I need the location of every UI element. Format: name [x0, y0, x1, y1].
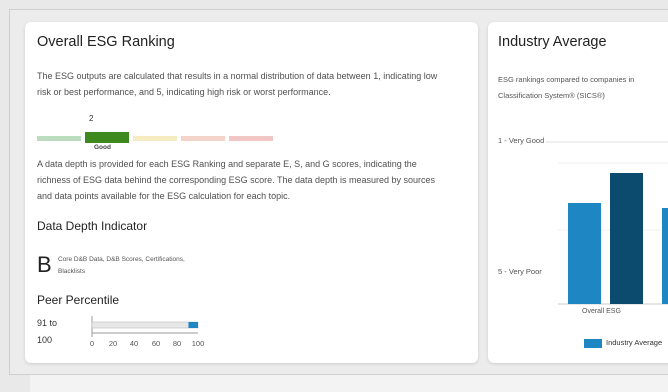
peer-tick-100: 100 [191, 339, 205, 348]
esg-card-title: Overall ESG Ranking [37, 34, 175, 50]
peer-percentile-title: Peer Percentile [37, 293, 120, 307]
esg-intro-line-1: The ESG outputs are calculated that resu… [37, 71, 438, 81]
bar-overall-esg-industry [568, 203, 601, 304]
peer-percentile-label-line-2: 100 [37, 335, 53, 345]
data-depth-description: Core D&B Data, D&B Scores, Certification… [58, 254, 258, 278]
bottom-scroll-strip [30, 375, 668, 392]
peer-tick-40: 40 [129, 339, 139, 348]
industry-average-card: Industry Average ESG rankings compared t… [488, 22, 668, 363]
legend-label-industry: Industry Average [606, 338, 663, 347]
peer-percentile-track [91, 321, 199, 329]
data-depth-title: Data Depth Indicator [37, 219, 148, 233]
peer-tick-80: 80 [172, 339, 182, 348]
peer-percentile-label-line-1: 91 to [37, 318, 58, 328]
bar-overall-esg-company [610, 173, 643, 304]
data-depth-description-line-1: Core D&B Data, D&B Scores, Certification… [58, 256, 185, 263]
bar-next-industry [662, 208, 668, 304]
esg-ranking-card: Overall ESG Ranking The ESG outputs are … [25, 22, 478, 363]
ranking-label: Good [94, 144, 111, 151]
esg-intro-line-2: risk or best performance, and 5, indicat… [37, 87, 331, 97]
depth-intro-line-3: and data points available for the ESG ca… [37, 191, 291, 201]
data-depth-grade: B [37, 252, 52, 277]
ranking-segment-5 [229, 136, 273, 141]
ranking-segment-3 [133, 136, 177, 141]
depth-intro-line-1: A data depth is provided for each ESG Ra… [37, 159, 417, 169]
legend-swatch-industry [584, 339, 602, 348]
industry-bar-chart [546, 141, 668, 305]
ranking-segment-4 [181, 136, 225, 141]
peer-percentile-bar [188, 322, 198, 328]
peer-tick-60: 60 [151, 339, 161, 348]
peer-tick-20: 20 [108, 339, 118, 348]
data-depth-description-line-2: Blacklists [58, 268, 86, 275]
depth-intro-line-2: richness of ESG data behind the correspo… [37, 175, 436, 185]
peer-tick-0: 0 [89, 339, 95, 348]
ranking-segment-2 [85, 132, 129, 143]
ranking-value: 2 [89, 114, 94, 123]
category-label-overall-esg: Overall ESG [582, 308, 621, 315]
ranking-segment-1 [37, 136, 81, 141]
